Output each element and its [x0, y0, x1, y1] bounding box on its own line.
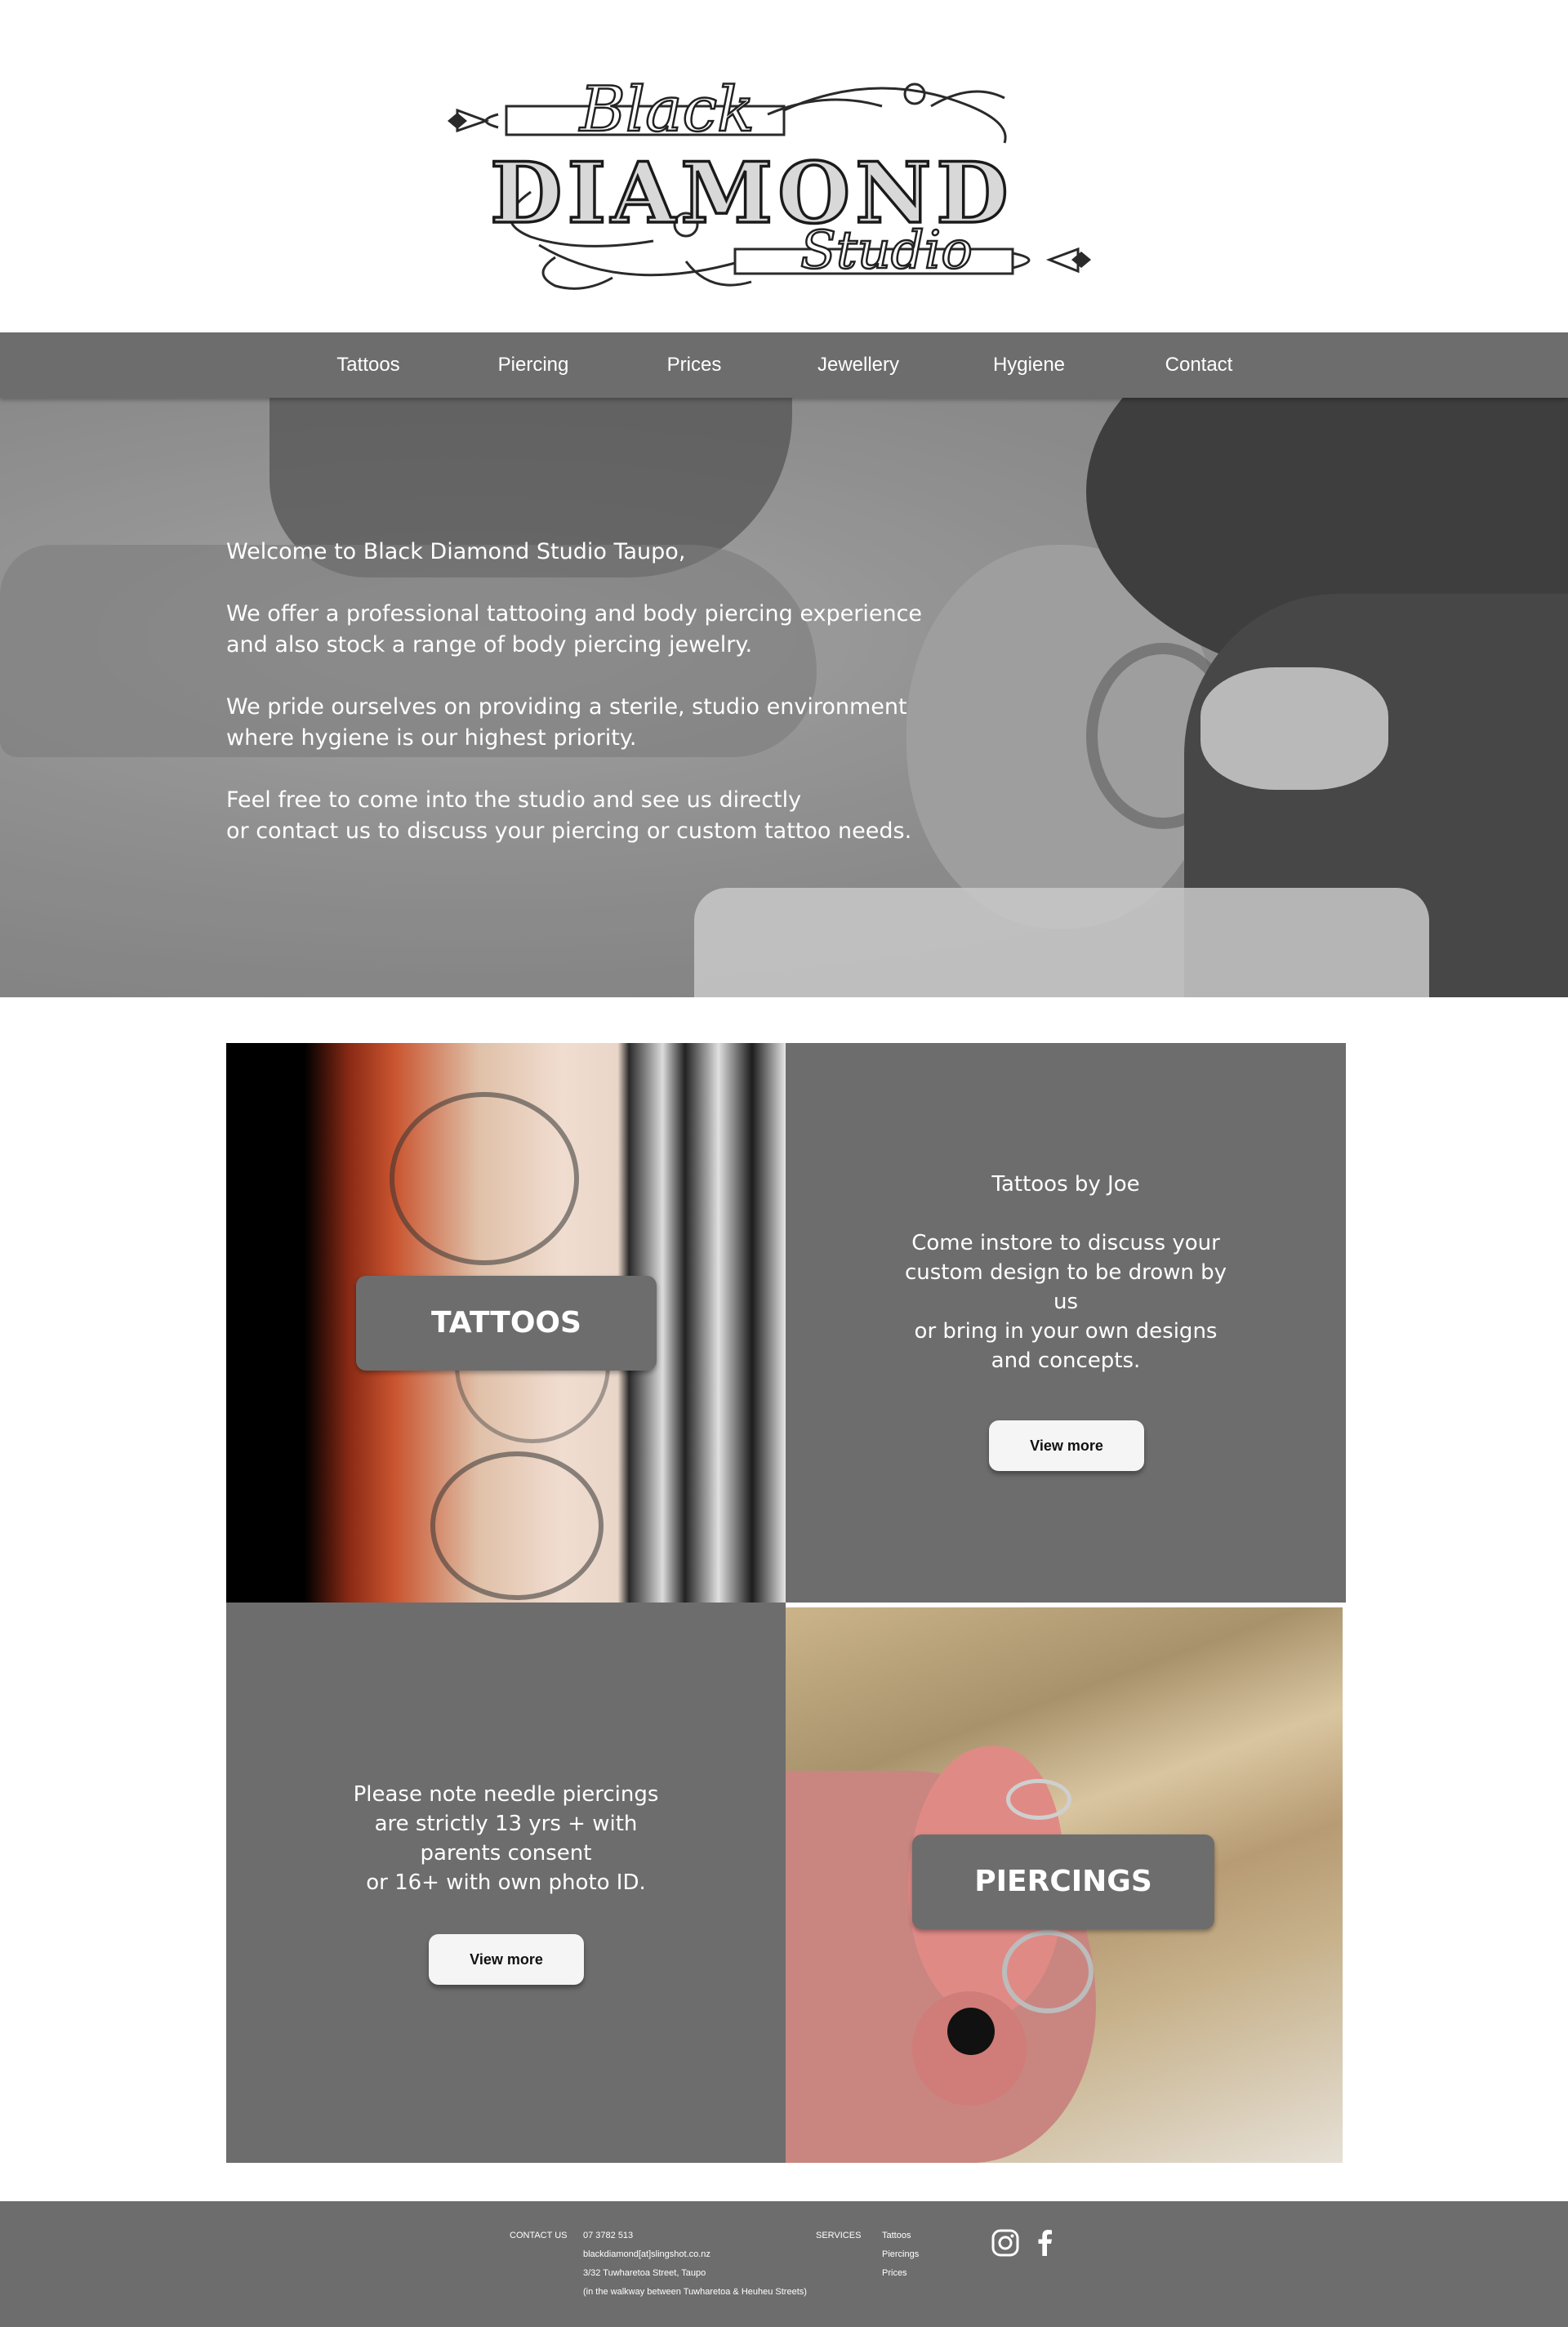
tattoo-rose-2	[430, 1451, 604, 1600]
hero-para3-line1: Feel free to come into the studio and se…	[226, 787, 802, 813]
nav-contact[interactable]: Contact	[1150, 332, 1248, 398]
nav-piercing[interactable]: Piercing	[484, 332, 582, 398]
hero-para2-line2: where hygiene is our highest priority.	[226, 725, 637, 751]
piercings-desc-line4: or 16+ with own photo ID.	[366, 1870, 646, 1895]
hero-welcome: Welcome to Black Diamond Studio Taupo,	[226, 539, 686, 564]
header: Black DIAMOND Studio	[0, 0, 1568, 332]
footer-service-prices[interactable]: Prices	[882, 2264, 907, 2283]
footer-phone[interactable]: 07 3782 513	[583, 2227, 633, 2245]
footer-email[interactable]: blackdiamond[at]slingshot.co.nz	[583, 2245, 710, 2264]
piercings-description: Please note needle piercings are strictl…	[226, 1780, 786, 1897]
hero-para3-line2: or contact us to discuss your piercing o…	[226, 818, 912, 844]
tattoos-description: Come instore to discuss your custom desi…	[786, 1228, 1346, 1375]
piercings-view-more-button[interactable]: View more	[429, 1934, 584, 1985]
tattoos-label[interactable]: TATTOOS	[356, 1276, 657, 1371]
tattoos-desc-line4: or bring in your own designs	[914, 1319, 1218, 1344]
piercings-desc-line3: parents consent	[420, 1841, 592, 1866]
instagram-icon[interactable]	[991, 2228, 1020, 2258]
tattoos-desc-line1: Come instore to discuss your	[911, 1231, 1220, 1255]
logo-word-studio: Studio	[800, 221, 973, 281]
hero-para1-line2: and also stock a range of body piercing …	[226, 632, 753, 658]
tattoos-desc-line3: us	[1053, 1290, 1079, 1314]
facebook-icon[interactable]	[1031, 2228, 1060, 2258]
hero-banner: Welcome to Black Diamond Studio Taupo, W…	[0, 398, 1568, 997]
nav-prices[interactable]: Prices	[645, 332, 743, 398]
piercing-ring-top	[1006, 1779, 1071, 1820]
logo-word-black: Black	[578, 73, 755, 145]
footer-address-note: (in the walkway between Tuwharetoa & Heu…	[583, 2287, 807, 2297]
tattoos-photo-tile[interactable]: TATTOOS	[226, 1043, 786, 1603]
tattoos-heading: Tattoos by Joe	[991, 1172, 1140, 1197]
footer-service-piercings[interactable]: Piercings	[882, 2245, 919, 2264]
footer-contact-heading: CONTACT US	[510, 2231, 568, 2240]
piercings-photo-tile[interactable]: PIERCINGS	[786, 1607, 1343, 2163]
main-nav: Tattoos Piercing Prices Jewellery Hygien…	[0, 332, 1568, 398]
piercing-ring-middle	[1002, 1930, 1094, 2013]
black-diamond-studio-logo[interactable]: Black DIAMOND Studio	[441, 49, 1102, 302]
footer-services-heading: SERVICES	[816, 2231, 862, 2240]
footer-service-tattoos[interactable]: Tattoos	[882, 2227, 911, 2245]
tattoos-desc-line5: and concepts.	[991, 1349, 1141, 1373]
nav-tattoos[interactable]: Tattoos	[319, 332, 417, 398]
piercings-label[interactable]: PIERCINGS	[912, 1834, 1214, 1929]
footer	[0, 2201, 1568, 2327]
tattoo-rose-1	[390, 1092, 579, 1265]
tattoos-view-more-button[interactable]: View more	[989, 1420, 1144, 1471]
piercing-plug	[947, 2008, 995, 2055]
piercings-desc-line2: are strictly 13 yrs + with	[374, 1812, 638, 1836]
nav-hygiene[interactable]: Hygiene	[980, 332, 1078, 398]
footer-address: 3/32 Tuwharetoa Street, Taupo	[583, 2268, 706, 2278]
piercings-desc-line1: Please note needle piercings	[353, 1782, 659, 1807]
hero-welcome-text: Welcome to Black Diamond Studio Taupo, W…	[226, 537, 961, 878]
tattoos-info-panel: Tattoos by Joe Come instore to discuss y…	[786, 1043, 1346, 1603]
logo-artwork: Black DIAMOND Studio	[448, 72, 1091, 290]
piercings-info-panel: Please note needle piercings are strictl…	[226, 1603, 786, 2163]
tattoos-desc-line2: custom design to be drown by	[904, 1260, 1227, 1285]
hero-para2-line1: We pride ourselves on providing a steril…	[226, 694, 907, 720]
hero-para1-line1: We offer a professional tattooing and bo…	[226, 601, 923, 626]
nav-jewellery[interactable]: Jewellery	[809, 332, 907, 398]
